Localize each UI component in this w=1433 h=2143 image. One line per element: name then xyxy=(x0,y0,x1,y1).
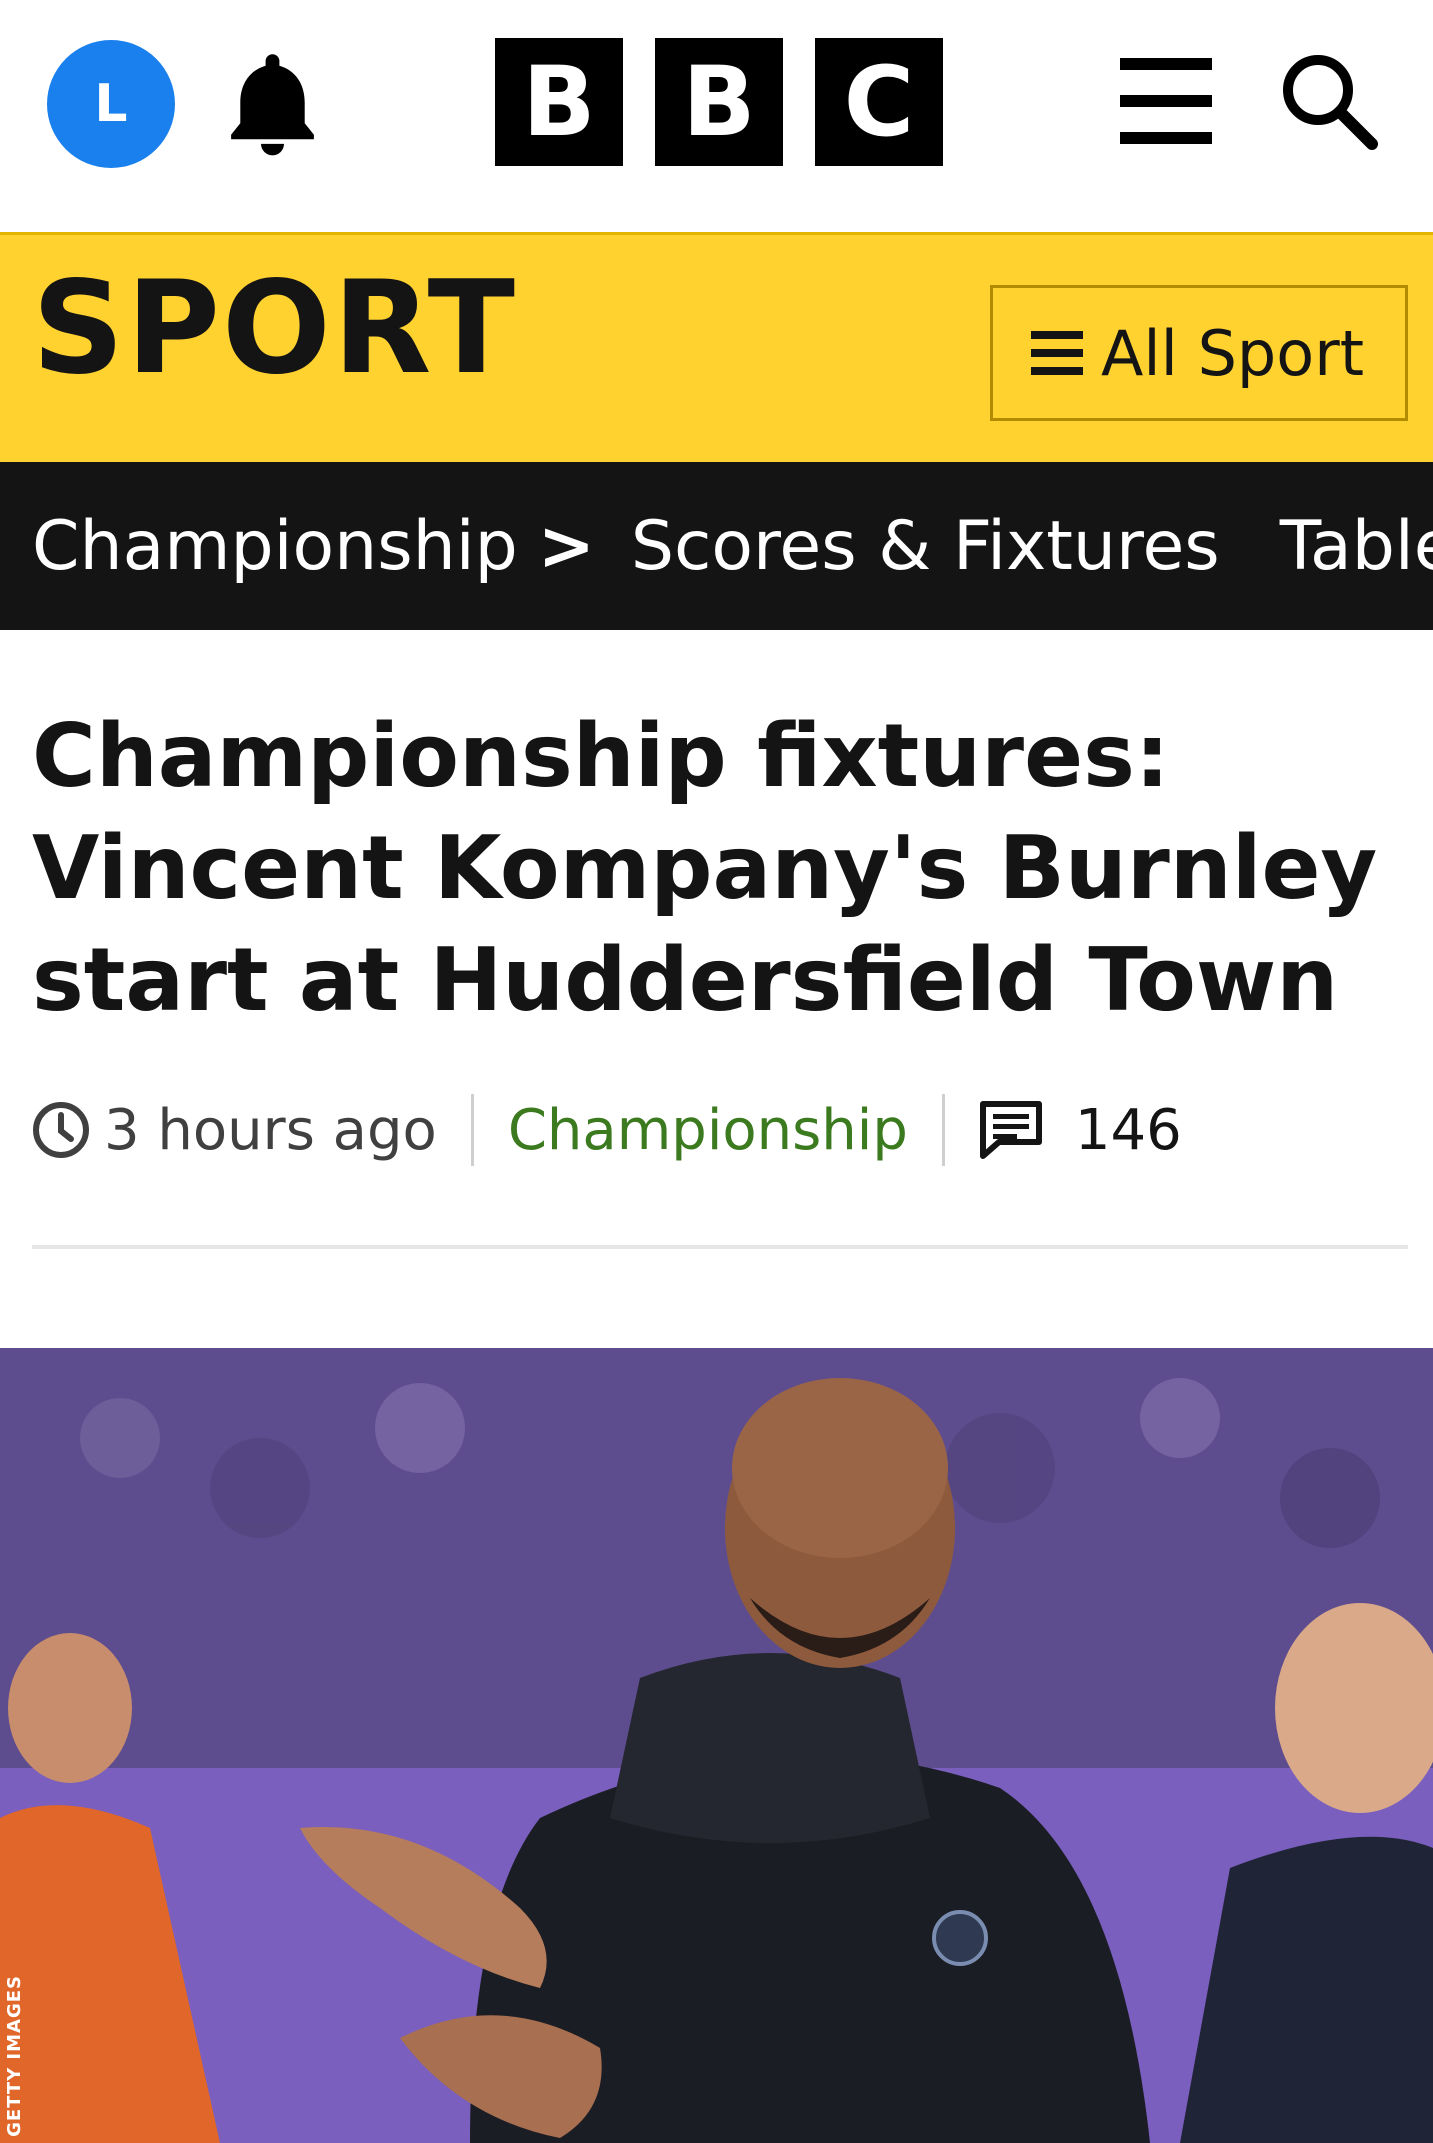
article-hero-image: GETTY IMAGES xyxy=(0,1348,1433,2143)
hamburger-icon[interactable] xyxy=(1118,56,1214,146)
article-meta: 3 hours ago Championship 146 xyxy=(32,1090,1182,1170)
bell-icon[interactable] xyxy=(215,45,330,160)
all-sport-label: All Sport xyxy=(1101,316,1365,390)
image-credit: GETTY IMAGES xyxy=(4,1975,25,2137)
article-headline: Championship fixtures: Vincent Kompany's… xyxy=(32,705,1378,1031)
bbc-logo-block-3: C xyxy=(815,38,943,166)
nav-championship[interactable]: Championship > xyxy=(32,507,631,586)
article-timestamp: 3 hours ago xyxy=(104,1097,437,1163)
meta-divider-line xyxy=(32,1245,1408,1249)
bbc-header: L B B C xyxy=(0,0,1433,232)
comments-icon[interactable] xyxy=(979,1100,1043,1160)
clock-icon xyxy=(33,1102,89,1158)
meta-divider xyxy=(941,1094,945,1166)
bbc-logo-letter: C xyxy=(843,46,915,158)
sport-title[interactable]: SPORT xyxy=(32,265,517,393)
hero-illustration xyxy=(0,1348,1433,2143)
comment-count[interactable]: 146 xyxy=(1075,1098,1182,1163)
bbc-logo-block-2: B xyxy=(655,38,783,166)
nav-championship-label: Championship xyxy=(32,506,518,586)
nav-scores-fixtures[interactable]: Scores & Fixtures xyxy=(631,507,1220,586)
avatar-initial: L xyxy=(94,74,128,134)
nav-table[interactable]: Table xyxy=(1280,507,1433,586)
search-icon[interactable] xyxy=(1278,50,1378,150)
bbc-logo-letter: B xyxy=(682,46,756,158)
hamburger-icon xyxy=(1031,331,1083,375)
secondary-nav: Championship > Scores & Fixtures Table xyxy=(0,462,1433,630)
sport-banner: SPORT All Sport xyxy=(0,232,1433,462)
article-section-link[interactable]: Championship xyxy=(508,1098,908,1163)
chevron-right-icon: > xyxy=(537,506,595,586)
bbc-logo[interactable]: B B C xyxy=(495,38,943,168)
bbc-logo-letter: B xyxy=(522,46,596,158)
meta-divider xyxy=(470,1094,474,1166)
all-sport-button[interactable]: All Sport xyxy=(990,285,1408,421)
bbc-logo-block-1: B xyxy=(495,38,623,166)
account-avatar[interactable]: L xyxy=(47,40,175,168)
